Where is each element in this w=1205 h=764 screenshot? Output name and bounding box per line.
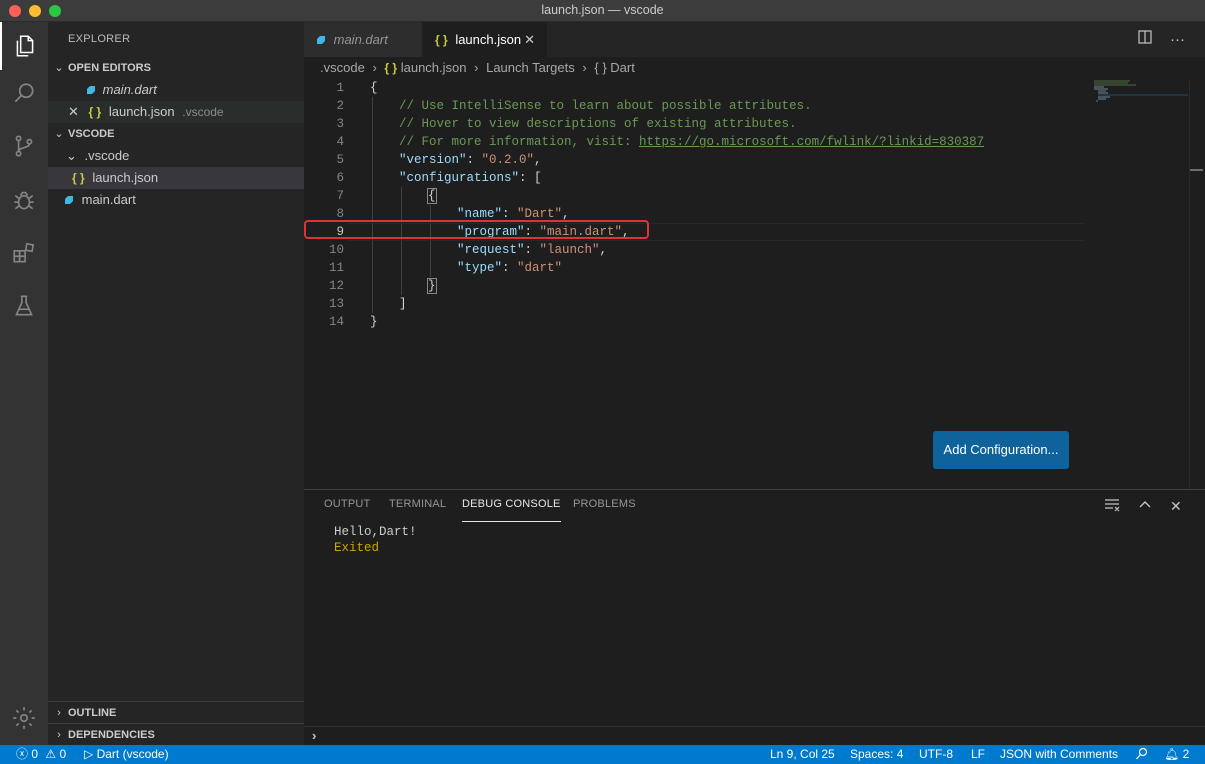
json-file-icon: { } — [435, 33, 448, 47]
open-editor-item-launch-json[interactable]: ✕ { } launch.json .vscode — [48, 101, 304, 123]
code-line: 2// Use IntelliSense to learn about poss… — [336, 99, 812, 113]
breadcrumb: .vscode › { } launch.json › Launch Targe… — [304, 57, 1205, 79]
editor-tabs: main.dart { } launch.json ✕ ··· — [304, 22, 1205, 57]
feedback-icon[interactable] — [1135, 745, 1149, 764]
maximize-panel-icon[interactable] — [1138, 498, 1152, 515]
breadcrumb-item[interactable]: Dart — [610, 60, 635, 75]
code-line: 11 "type": "dart" — [328, 261, 563, 275]
add-configuration-button[interactable]: Add Configuration... — [933, 431, 1069, 469]
code-line: 3// Hover to view descriptions of existi… — [336, 117, 797, 131]
scrollbar-cursor-marker — [1190, 169, 1203, 171]
problems-status[interactable]: ⓧ 0 ⚠ 0 — [16, 745, 66, 764]
code-line: 5 "version": "0.2.0", — [336, 153, 542, 167]
json-file-icon: { } — [88, 105, 102, 119]
chevron-right-icon: › — [372, 60, 377, 75]
dart-file-icon — [65, 196, 73, 204]
warning-icon: ⚠ — [45, 747, 57, 761]
activity-bar — [0, 22, 48, 745]
chevron-right-icon: › — [474, 60, 479, 75]
bell-icon: 🔔︎ — [1164, 747, 1180, 761]
chevron-down-icon: ⌄ — [54, 62, 64, 74]
dependencies-header[interactable]: › DEPENDENCIES — [48, 723, 304, 745]
debug-console-input[interactable]: › — [304, 726, 1205, 746]
breadcrumb-item[interactable]: Launch Targets — [486, 60, 575, 75]
code-line: 13] — [328, 297, 407, 311]
code-editor[interactable]: 1{ 2// Use IntelliSense to learn about p… — [304, 79, 1205, 489]
chevron-right-icon: › — [582, 60, 587, 75]
more-actions-icon[interactable]: ··· — [1170, 22, 1185, 57]
tab-launch-json[interactable]: { } launch.json ✕ — [423, 22, 547, 57]
console-output-line: Exited — [334, 541, 380, 555]
breadcrumb-item[interactable]: .vscode — [320, 60, 365, 75]
breadcrumb-item[interactable]: launch.json — [401, 60, 467, 75]
chevron-right-icon: › — [312, 728, 317, 743]
close-icon[interactable]: ✕ — [68, 104, 79, 119]
debug-icon[interactable] — [0, 176, 48, 224]
file-main-dart[interactable]: main.dart — [48, 189, 304, 211]
open-editor-item-main-dart[interactable]: main.dart — [48, 79, 304, 101]
console-output-line: Hello,Dart! — [334, 525, 417, 539]
close-tab-icon[interactable]: ✕ — [524, 22, 535, 57]
minimap[interactable] — [1090, 79, 1190, 119]
code-line: 14} — [328, 315, 378, 329]
code-line: 12} — [328, 278, 437, 294]
window-title: launch.json — vscode — [541, 3, 664, 17]
folder-vscode[interactable]: ⌄ .vscode — [48, 145, 304, 167]
workspace-header[interactable]: ⌄ VSCODE — [48, 123, 304, 145]
code-line: 10 "request": "launch", — [328, 243, 608, 257]
chevron-right-icon: › — [57, 729, 61, 741]
language-mode-status[interactable]: JSON with Comments — [1000, 745, 1118, 764]
eol-status[interactable]: LF — [971, 745, 985, 764]
notifications-status[interactable]: 🔔︎ 2 — [1164, 745, 1189, 764]
testing-flask-icon[interactable] — [0, 282, 48, 330]
extensions-icon[interactable] — [0, 229, 48, 277]
code-line: 1{ — [336, 81, 378, 95]
debug-config-status[interactable]: ▷ Dart (vscode) — [84, 745, 169, 764]
annotation-highlight-box — [304, 220, 649, 239]
file-launch-json[interactable]: { } launch.json — [48, 167, 304, 189]
outline-header[interactable]: › OUTLINE — [48, 701, 304, 723]
explorer-icon[interactable] — [0, 22, 48, 70]
play-icon: ▷ — [84, 747, 94, 761]
bottom-panel: OUTPUT TERMINAL DEBUG CONSOLE PROBLEMS ✕… — [304, 489, 1205, 745]
tab-terminal[interactable]: TERMINAL — [389, 498, 446, 522]
status-bar: ⓧ 0 ⚠ 0 ▷ Dart (vscode) Ln 9, Col 25 Spa… — [0, 745, 1205, 764]
indentation-status[interactable]: Spaces: 4 — [850, 745, 903, 764]
sidebar-title: EXPLORER — [68, 33, 131, 45]
tab-output[interactable]: OUTPUT — [324, 498, 370, 522]
chevron-down-icon: ⌄ — [66, 148, 77, 163]
explorer-sidebar: EXPLORER ⌄ OPEN EDITORS main.dart ✕ { } … — [48, 22, 304, 745]
code-line: 4// For more information, visit: https:/… — [336, 135, 985, 149]
open-editors-header[interactable]: ⌄ OPEN EDITORS — [48, 57, 304, 79]
source-control-icon[interactable] — [0, 122, 48, 170]
json-file-icon: { } — [72, 171, 85, 185]
editor-scrollbar[interactable] — [1189, 79, 1203, 489]
tab-problems[interactable]: PROBLEMS — [573, 498, 636, 522]
tab-debug-console[interactable]: DEBUG CONSOLE — [462, 498, 561, 522]
chevron-right-icon: › — [57, 707, 61, 719]
code-line: 6 "configurations": [ — [336, 171, 542, 185]
docs-link[interactable]: https://go.microsoft.com/fwlink/?linkid=… — [639, 135, 984, 149]
encoding-status[interactable]: UTF-8 — [919, 745, 953, 764]
cursor-position-status[interactable]: Ln 9, Col 25 — [770, 745, 835, 764]
braces-icon: { } — [594, 60, 607, 75]
code-line: 7{ — [336, 188, 437, 204]
dart-file-icon — [87, 86, 95, 94]
dart-file-icon — [317, 36, 325, 44]
clear-console-icon[interactable] — [1104, 498, 1120, 515]
json-file-icon: { } — [384, 61, 398, 75]
search-icon[interactable] — [0, 70, 48, 118]
error-icon: ⓧ — [16, 747, 29, 761]
chevron-down-icon: ⌄ — [54, 128, 64, 140]
title-bar: launch.json — vscode — [0, 0, 1205, 22]
close-panel-icon[interactable]: ✕ — [1170, 498, 1182, 515]
manage-gear-icon[interactable] — [0, 694, 48, 742]
tab-main-dart[interactable]: main.dart — [304, 22, 422, 57]
split-editor-icon[interactable] — [1138, 22, 1152, 57]
